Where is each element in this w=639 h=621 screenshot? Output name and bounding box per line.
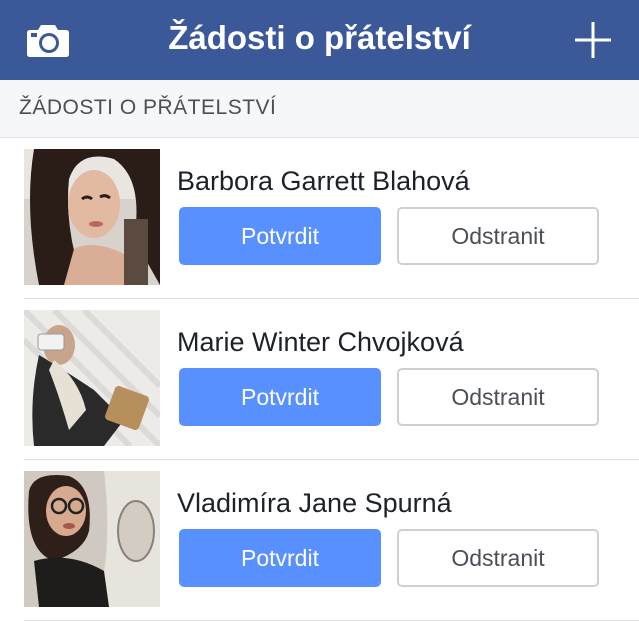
page-title: Žádosti o přátelství (168, 19, 471, 56)
camera-icon (27, 25, 69, 57)
delete-button[interactable]: Odstranit (397, 368, 599, 426)
requester-name[interactable]: Marie Winter Chvojková (177, 327, 464, 358)
delete-button[interactable]: Odstranit (397, 207, 599, 265)
confirm-button[interactable]: Potvrdit (179, 529, 381, 587)
avatar[interactable] (24, 310, 160, 446)
friend-request-item: Barbora Garrett Blahová Potvrdit Odstran… (0, 138, 639, 299)
plus-icon (575, 22, 611, 58)
add-button[interactable] (553, 0, 633, 80)
camera-button[interactable] (8, 0, 88, 80)
requester-name[interactable]: Barbora Garrett Blahová (177, 166, 470, 197)
confirm-button[interactable]: Potvrdit (179, 207, 381, 265)
section-title: ŽÁDOSTI O PŘÁTELSTVÍ (19, 96, 277, 119)
section-header: ŽÁDOSTI O PŘÁTELSTVÍ (0, 80, 639, 138)
requester-name[interactable]: Vladimíra Jane Spurná (177, 488, 452, 519)
friend-request-item: Marie Winter Chvojková Potvrdit Odstrani… (0, 299, 639, 460)
friend-request-item: Vladimíra Jane Spurná Potvrdit Odstranit (0, 460, 639, 621)
top-navigation-bar: Žádosti o přátelství (0, 0, 639, 80)
delete-button[interactable]: Odstranit (397, 529, 599, 587)
avatar[interactable] (24, 471, 160, 607)
confirm-button[interactable]: Potvrdit (179, 368, 381, 426)
friend-request-list: Barbora Garrett Blahová Potvrdit Odstran… (0, 138, 639, 621)
avatar[interactable] (24, 149, 160, 285)
